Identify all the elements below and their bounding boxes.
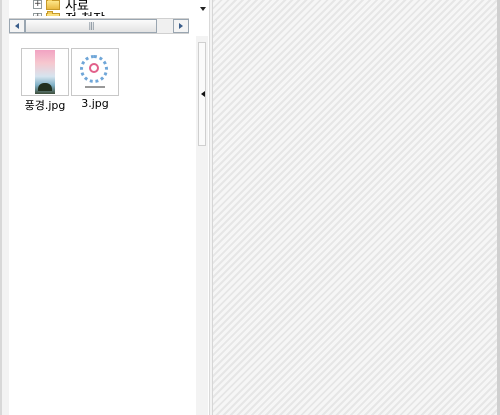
chevron-down-icon [200, 7, 206, 11]
arrow-left-icon [15, 23, 19, 29]
scrollbar-thumb[interactable]: ||| [25, 19, 157, 33]
tree-item-second[interactable]: + 적 청장 [33, 10, 105, 16]
collapse-arrow-icon [201, 91, 205, 97]
scroll-right-button[interactable] [173, 19, 189, 33]
folder-tree[interactable]: + 사료 + 적 청장 [9, 0, 197, 16]
thumbnail-item[interactable]: 풍경.jpg [17, 48, 73, 113]
expand-icon[interactable]: + [33, 12, 42, 16]
arrow-right-icon [179, 23, 183, 29]
grip-icon: ||| [88, 21, 94, 30]
collapse-pane-button[interactable] [198, 88, 208, 100]
preview-pane [212, 0, 497, 415]
thumbnail-frame[interactable] [71, 48, 119, 96]
thumbnail-filename: 풍경.jpg [24, 99, 66, 112]
file-browser-pane: + 사료 + 적 청장 ||| 풍경.jpg [9, 0, 210, 415]
horizontal-scrollbar[interactable]: ||| [9, 18, 189, 34]
document-image-icon [75, 50, 115, 94]
expand-icon[interactable]: + [33, 0, 42, 9]
tree-item-label: 적 청장 [65, 8, 105, 17]
thumbnail-item[interactable]: 3.jpg [67, 48, 123, 110]
thumbnail-frame[interactable] [21, 48, 69, 96]
scroll-left-button[interactable] [9, 19, 25, 33]
thumbnail-filename: 3.jpg [81, 97, 109, 110]
ring-center-decoration [89, 63, 99, 73]
landscape-image-icon [35, 50, 55, 94]
folder-icon [46, 11, 60, 16]
folder-icon [46, 0, 60, 10]
tree-dropdown-button[interactable] [197, 0, 209, 18]
text-line-decoration [85, 86, 105, 88]
